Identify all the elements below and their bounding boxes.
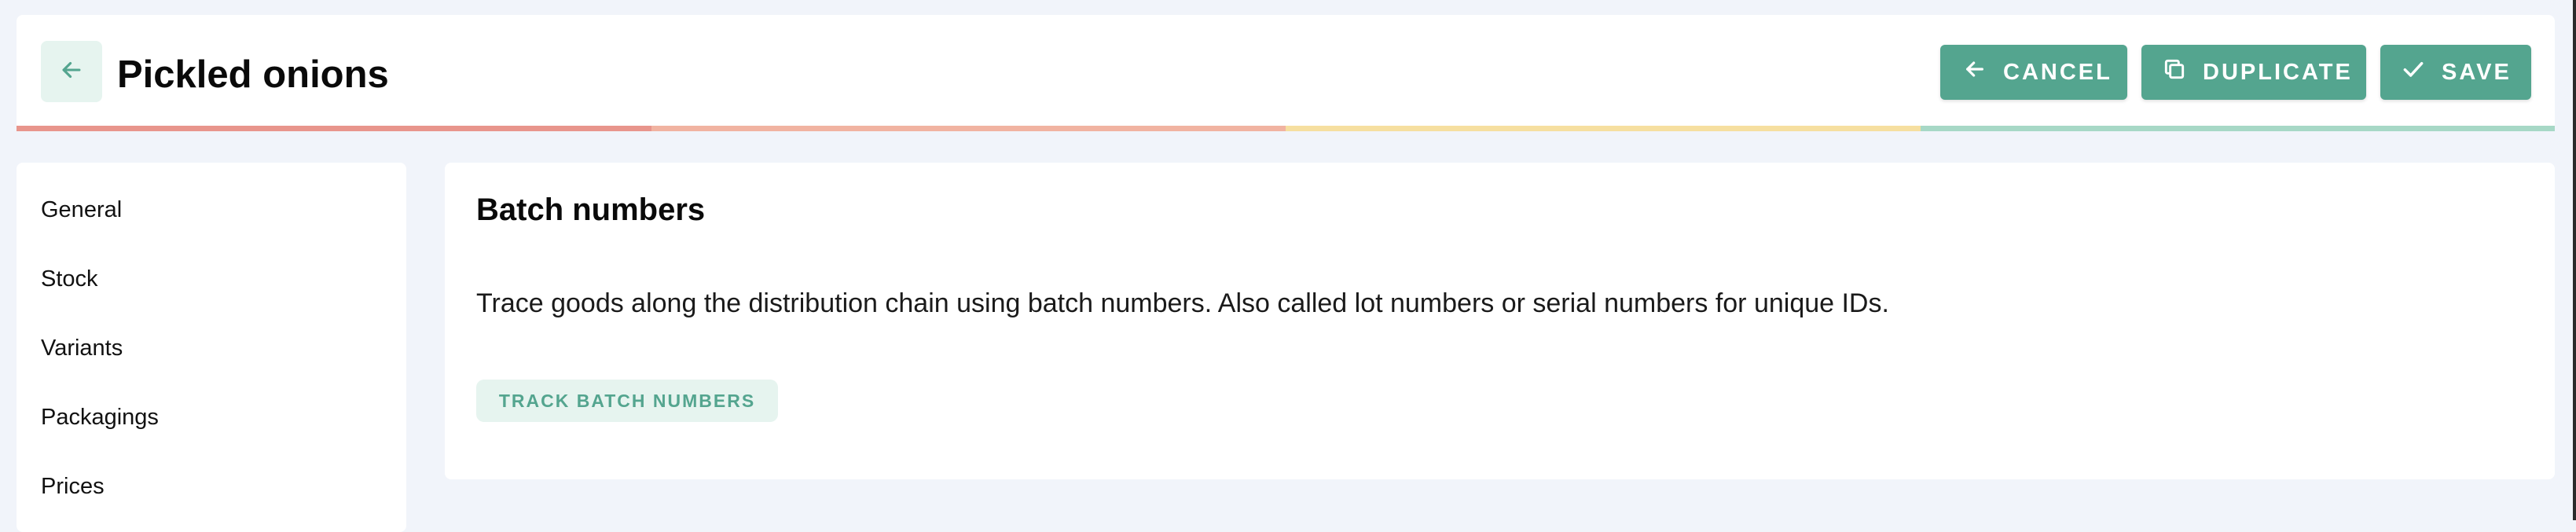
arrow-left-icon xyxy=(1962,57,2003,88)
progress-segment xyxy=(1920,126,2555,131)
cancel-button[interactable]: CANCEL xyxy=(1940,45,2127,100)
sidebar-item-general[interactable]: General xyxy=(41,199,122,222)
batch-numbers-card: Batch numbers Trace goods along the dist… xyxy=(445,163,2555,479)
section-description: Trace goods along the distribution chain… xyxy=(476,288,1889,318)
sidebar-item-packagings[interactable]: Packagings xyxy=(41,406,159,429)
sidebar-item-variants[interactable]: Variants xyxy=(41,337,123,360)
track-batch-numbers-button[interactable]: TRACK BATCH NUMBERS xyxy=(476,380,778,422)
back-button[interactable] xyxy=(41,41,102,102)
progress-segment xyxy=(17,126,651,131)
duplicate-button[interactable]: DUPLICATE xyxy=(2141,45,2366,100)
save-button[interactable]: SAVE xyxy=(2380,45,2531,100)
sidebar: General Stock Variants Packagings Prices xyxy=(17,163,406,532)
progress-strip xyxy=(17,126,2555,131)
page-header: Pickled onions CANCEL DUPLICATE SAVE xyxy=(17,15,2555,131)
arrow-left-icon xyxy=(58,57,85,87)
progress-segment xyxy=(1286,126,1921,131)
sidebar-item-prices[interactable]: Prices xyxy=(41,475,105,498)
checkmark-icon xyxy=(2401,57,2442,88)
sidebar-item-stock[interactable]: Stock xyxy=(41,268,98,291)
window-edge xyxy=(2573,0,2576,520)
save-label: SAVE xyxy=(2442,59,2512,85)
section-title: Batch numbers xyxy=(476,193,706,227)
copy-icon xyxy=(2162,57,2203,88)
progress-segment xyxy=(651,126,1286,131)
header-actions: CANCEL DUPLICATE SAVE xyxy=(1940,45,2531,100)
duplicate-label: DUPLICATE xyxy=(2203,59,2353,85)
cancel-label: CANCEL xyxy=(2003,59,2112,85)
page-title: Pickled onions xyxy=(117,53,389,96)
